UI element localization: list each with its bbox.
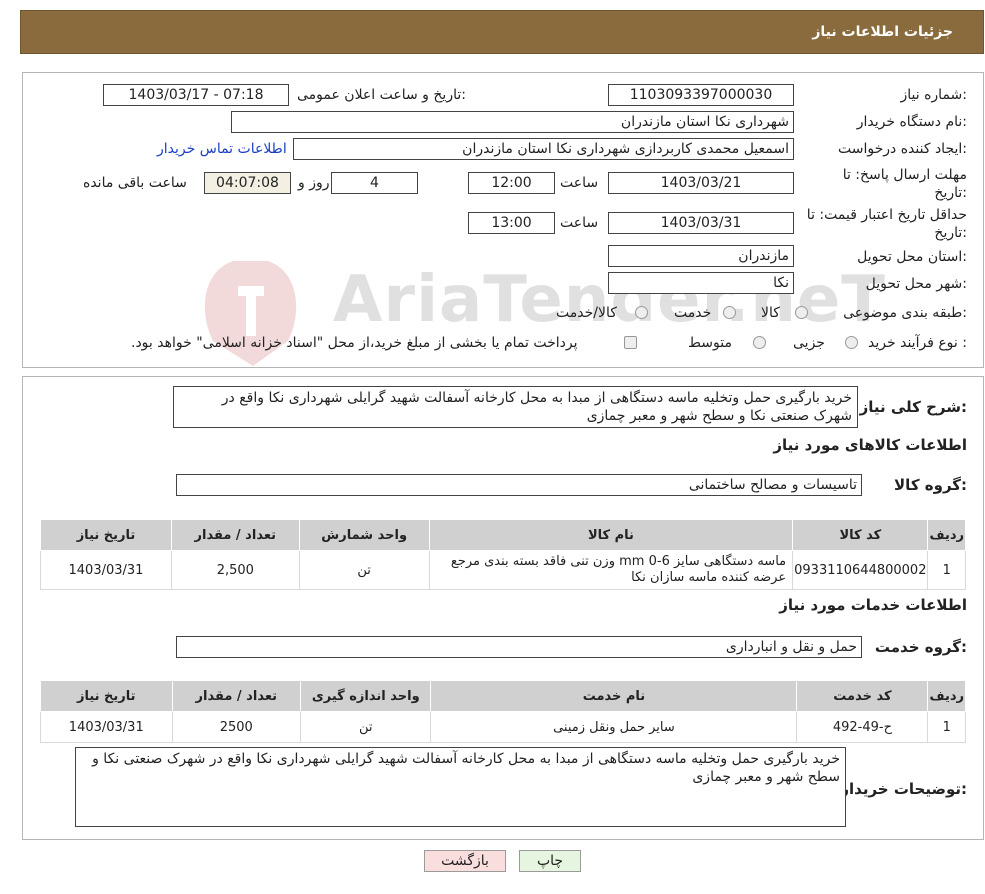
deadline-time-field: 12:00 [468, 172, 555, 194]
services-cell-date: 1403/03/31 [40, 711, 173, 743]
services-col-date: تاریخ نیاز [40, 680, 173, 712]
process-medium-label: متوسط [688, 335, 732, 351]
need-number-field: 1103093397000030 [608, 84, 794, 106]
goods-cell-unit: تن [298, 550, 430, 590]
buyer-label: نام دستگاه خریدار: [856, 114, 967, 130]
services-cell-unit: تن [300, 711, 432, 743]
province-field: مازندران [608, 245, 794, 267]
category-service-label: خدمت [674, 305, 712, 321]
goods-col-qty: تعداد / مقدار [170, 519, 300, 551]
announce-label: تاریخ و ساعت اعلان عمومی: [297, 87, 466, 103]
services-cell-name: سایر حمل ونقل زمینی [430, 711, 798, 743]
watermark [193, 251, 813, 375]
deadline-label-2: تاریخ: [934, 185, 967, 201]
goods-table-header: ردیف کد کالا نام کالا واحد شمارش تعداد /… [40, 519, 966, 551]
goods-group-field: تاسیسات و مصالح ساختمانی [176, 474, 862, 496]
validity-date-field: 1403/03/31 [608, 212, 794, 234]
page-title: جزئیات اطلاعات نیاز [812, 24, 953, 40]
process-minor-label: جزیی [793, 335, 825, 351]
goods-cell-name: ماسه دستگاهی سایز 6-0 mm وزن تنی فاقد بس… [428, 550, 794, 590]
watermark-logo-icon [204, 261, 297, 366]
category-goods-label: کالا [761, 305, 780, 321]
goods-col-name: نام کالا [428, 519, 794, 551]
validity-time-field: 13:00 [468, 212, 555, 234]
need-number-label: شماره نیاز: [900, 87, 967, 103]
table-row: 1 0933110644800002 ماسه دستگاهی سایز 6-0… [40, 550, 966, 590]
buyer-field: شهرداری نکا استان مازندران [231, 111, 794, 133]
print-button[interactable]: چاپ [519, 850, 581, 872]
category-label: طبقه بندی موضوعی: [843, 305, 967, 321]
process-note: پرداخت تمام یا بخشی از مبلغ خرید،از محل … [131, 335, 578, 351]
goods-group-label: گروه کالا: [894, 476, 967, 494]
services-table-header: ردیف کد خدمت نام خدمت واحد اندازه گیری ت… [40, 680, 966, 712]
remaining-label: ساعت باقی مانده [83, 175, 187, 191]
description-textarea[interactable]: خرید بارگیری حمل وتخلیه ماسه دستگاهی از … [173, 386, 858, 428]
goods-cell-qty: 2,500 [170, 550, 300, 590]
category-goods-radio[interactable] [795, 306, 808, 319]
services-col-unit: واحد اندازه گیری [300, 680, 432, 712]
info-panel: AriaTender.neT شماره نیاز: 1103093397000… [22, 72, 984, 368]
buyer-notes-label: توضیحات خریدار: [840, 780, 967, 798]
province-label: استان محل تحویل: [857, 249, 967, 265]
process-medium-radio[interactable] [753, 336, 766, 349]
goods-col-date: تاریخ نیاز [40, 519, 172, 551]
process-minor-radio[interactable] [845, 336, 858, 349]
goods-col-row: ردیف [927, 519, 966, 551]
services-col-qty: تعداد / مقدار [171, 680, 302, 712]
goods-table: ردیف کد کالا نام کالا واحد شمارش تعداد /… [40, 519, 966, 590]
city-label: شهر محل تحویل: [865, 276, 967, 292]
announce-field: 1403/03/17 - 07:18 [103, 84, 289, 106]
category-goods-service-radio[interactable] [635, 306, 648, 319]
deadline-date-field: 1403/03/21 [608, 172, 794, 194]
buyer-notes-textarea[interactable]: خرید بارگیری حمل وتخلیه ماسه دستگاهی از … [75, 747, 846, 827]
goods-col-unit: واحد شمارش [298, 519, 430, 551]
validity-time-label: ساعت [560, 215, 599, 231]
services-col-name: نام خدمت [430, 680, 798, 712]
services-group-field: حمل و نقل و انبارداری [176, 636, 862, 658]
goods-cell-date: 1403/03/31 [40, 550, 172, 590]
process-label: نوع فرآیند خرید : [868, 335, 967, 351]
services-group-label: گروه خدمت: [874, 638, 967, 656]
deadline-time-label: ساعت [560, 175, 599, 191]
page-header: جزئیات اطلاعات نیاز [20, 10, 984, 54]
creator-field: اسمعیل محمدی کاربردازی شهرداری نکا استان… [293, 138, 794, 160]
description-label: شرح کلی نیاز: [859, 398, 967, 416]
services-col-code: کد خدمت [796, 680, 929, 712]
category-goods-service-label: کالا/خدمت [556, 305, 617, 321]
city-field: نکا [608, 272, 794, 294]
validity-label-2: تاریخ: [934, 225, 967, 241]
services-cell-qty: 2500 [171, 711, 302, 743]
category-service-radio[interactable] [723, 306, 736, 319]
table-row: 1 ح-49-492 سایر حمل ونقل زمینی تن 2500 1… [40, 711, 966, 743]
treasury-checkbox[interactable] [624, 336, 637, 349]
services-cell-code: ح-49-492 [796, 711, 929, 743]
back-button[interactable]: بازگشت [424, 850, 506, 872]
services-section-title: اطلاعات خدمات مورد نیاز [779, 596, 967, 614]
goods-cell-code: 0933110644800002 [792, 550, 929, 590]
days-label: روز و [298, 175, 330, 191]
services-table: ردیف کد خدمت نام خدمت واحد اندازه گیری ت… [40, 680, 966, 743]
days-field: 4 [331, 172, 418, 194]
remaining-time-field: 04:07:08 [204, 172, 291, 194]
services-cell-row: 1 [927, 711, 966, 743]
goods-section-title: اطلاعات کالاهای مورد نیاز [773, 436, 967, 454]
validity-label-1: حداقل تاریخ اعتبار قیمت: تا [806, 207, 967, 223]
goods-cell-row: 1 [927, 550, 966, 590]
buyer-contact-link[interactable]: اطلاعات تماس خریدار [157, 141, 287, 157]
goods-col-code: کد کالا [792, 519, 929, 551]
services-col-row: ردیف [927, 680, 966, 712]
creator-label: ایجاد کننده درخواست: [838, 141, 967, 157]
deadline-label-1: مهلت ارسال پاسخ: تا [842, 167, 967, 183]
